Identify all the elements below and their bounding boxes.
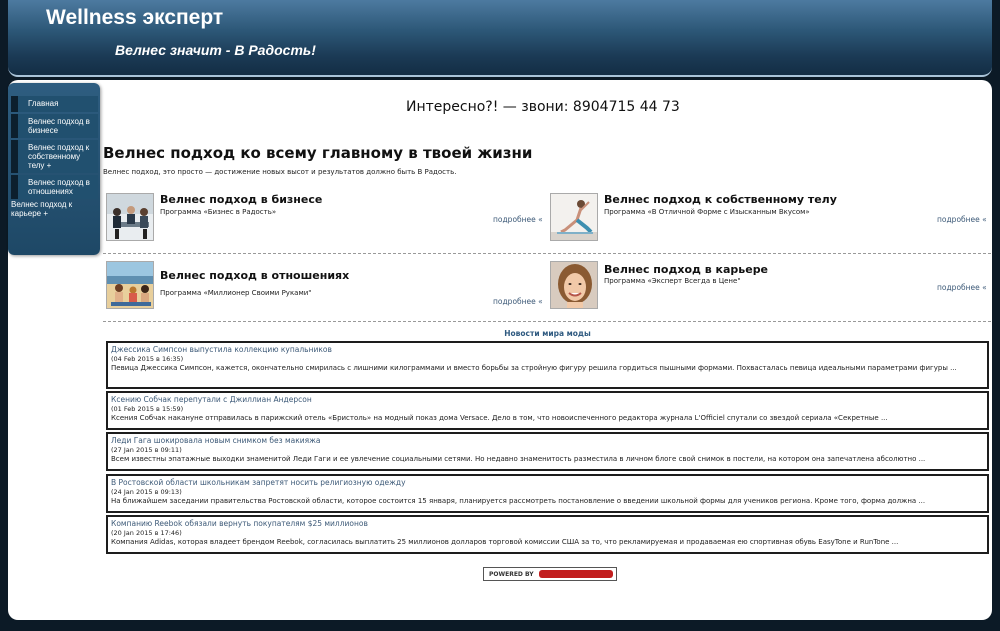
news-item-text: На ближайшем заседании правительства Рос…: [111, 497, 926, 505]
page-title: Велнес подход ко всему главному в твоей …: [103, 144, 533, 162]
smiling-woman-photo[interactable]: [550, 261, 598, 309]
news-item: Компанию Reebok обязали вернуть покупате…: [106, 515, 989, 554]
news-item-text: Компания Adidas, которая владеет брендом…: [111, 538, 899, 546]
news-item-date: (04 Feb 2015 в 16:35): [111, 355, 184, 363]
news-item-text: Певица Джессика Симпсон, кажется, оконча…: [111, 364, 957, 372]
news-item-title[interactable]: Леди Гага шокировала новым снимком без м…: [111, 436, 984, 446]
news-item-date: (27 Jan 2015 в 09:11): [111, 446, 182, 454]
news-item-date: (24 Jan 2015 в 09:13): [111, 488, 182, 496]
sidebar-item-home[interactable]: Главная: [11, 96, 98, 112]
phone-line: Интересно?! — звони: 8904715 44 73: [406, 99, 680, 115]
page: Wellness эксперт Велнес значит - В Радос…: [0, 0, 1000, 631]
card-subtitle-body: Программа «В Отличной Форме с Изысканным…: [604, 208, 810, 216]
site-slogan: Велнес значит - В Радость!: [115, 42, 316, 58]
news-item-title[interactable]: Ксению Собчак перепутали с Джиллиан Анде…: [111, 395, 984, 405]
sidebar-item-business[interactable]: Велнес подход в бизнесе: [11, 114, 98, 138]
site-header: Wellness эксперт Велнес значит - В Радос…: [8, 0, 992, 77]
news-item-text: Всем известны эпатажные выходки знаменит…: [111, 455, 926, 463]
news-item: В Ростовской области школьникам запретят…: [106, 474, 989, 513]
news-item: Ксению Собчак перепутали с Джиллиан Анде…: [106, 391, 989, 430]
card-subtitle-career: Программа «Эксперт Всегда в Цене": [604, 277, 741, 285]
news-item-date: (01 Feb 2015 в 15:59): [111, 405, 184, 413]
news-item-text: Ксения Собчак накануне отправилась в пар…: [111, 414, 888, 422]
powered-by-badge[interactable]: POWERED BY: [483, 567, 617, 581]
card-subtitle-business: Программа «Бизнес в Радость»: [160, 208, 277, 216]
divider: [103, 253, 991, 254]
card-subtitle-relationships: Программа «Миллионер Своими Руками": [160, 289, 312, 297]
powered-by-logo: [539, 570, 613, 578]
more-link-body[interactable]: подробнее «: [937, 215, 987, 224]
sidebar-item-body[interactable]: Велнес подход к собственному телу +: [11, 140, 98, 173]
site-title[interactable]: Wellness эксперт: [46, 6, 223, 30]
news-item-title[interactable]: Джессика Симпсон выпустила коллекцию куп…: [111, 345, 984, 355]
news-heading: Новости мира моды: [504, 329, 591, 338]
card-title-career[interactable]: Велнес подход в карьере: [604, 263, 768, 276]
news-item-date: (20 Jan 2015 в 17:46): [111, 529, 182, 537]
divider: [103, 321, 991, 322]
news-item-title[interactable]: В Ростовской области школьникам запретят…: [111, 478, 984, 488]
card-title-relationships[interactable]: Велнес подход в отношениях: [160, 269, 349, 282]
yoga-photo[interactable]: [550, 193, 598, 241]
card-title-business[interactable]: Велнес подход в бизнесе: [160, 193, 322, 206]
card-title-body[interactable]: Велнес подход к собственному телу: [604, 193, 837, 206]
more-link-relationships[interactable]: подробнее «: [493, 297, 543, 306]
sidebar-item-career[interactable]: Велнес подход к карьере +: [11, 200, 98, 220]
news-item: Джессика Симпсон выпустила коллекцию куп…: [106, 341, 989, 389]
beach-family-photo[interactable]: [106, 261, 154, 309]
sidebar-item-relationships[interactable]: Велнес подход в отношениях: [11, 175, 98, 199]
sidebar-nav: Главная Велнес подход в бизнесе Велнес п…: [8, 83, 100, 255]
news-item-title[interactable]: Компанию Reebok обязали вернуть покупате…: [111, 519, 984, 529]
more-link-career[interactable]: подробнее «: [937, 283, 987, 292]
intro-text: Велнес подход, это просто — достижение н…: [103, 168, 457, 176]
more-link-business[interactable]: подробнее «: [493, 215, 543, 224]
business-meeting-photo[interactable]: [106, 193, 154, 241]
powered-by-label: POWERED BY: [489, 571, 534, 578]
news-item: Леди Гага шокировала новым снимком без м…: [106, 432, 989, 471]
